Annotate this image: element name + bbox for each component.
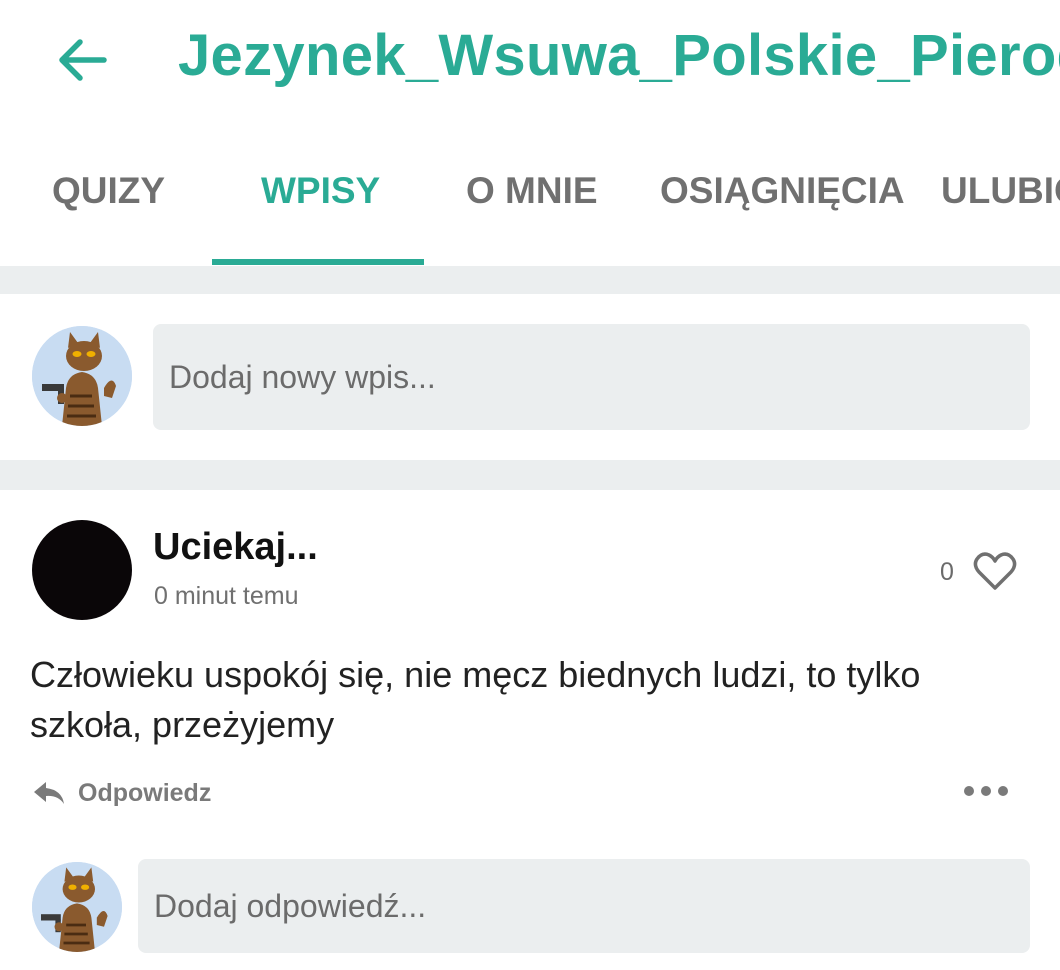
new-post-input[interactable]: Dodaj nowy wpis... [153,324,1030,430]
app-header: Jezynek_Wsuwa_Polskie_Pierogi [0,0,1060,120]
reply-label: Odpowiedz [78,778,212,807]
cat-avatar-image [32,326,132,426]
profile-tabs: QUIZY WPISY O MNIE OSIĄGNIĘCIA ULUBIO [0,140,1060,266]
tab-ulubione[interactable]: ULUBIO [941,170,1060,212]
user-avatar-small[interactable] [32,862,122,952]
more-dots-icon [964,786,974,796]
user-avatar[interactable] [32,326,132,426]
post-text: Człowieku uspokój się, nie męcz biednych… [30,654,921,745]
more-dot [998,786,1008,796]
new-post-composer: Dodaj nowy wpis... [0,294,1060,460]
active-tab-indicator [212,259,424,265]
divider [0,460,1060,490]
back-button[interactable] [52,30,112,90]
author-name[interactable]: Uciekaj... [153,526,318,569]
page-title: Jezynek_Wsuwa_Polskie_Pierogi [178,23,1060,88]
reply-input[interactable]: Dodaj odpowiedź... [138,859,1030,953]
post-card: Uciekaj... 0 minut temu 0 Człowieku uspo… [0,490,1060,970]
cat-avatar-image [32,862,122,952]
like-button[interactable] [972,550,1018,592]
like-count: 0 [940,558,954,586]
tab-wpisy[interactable]: WPISY [261,170,380,212]
tab-osiagniecia[interactable]: OSIĄGNIĘCIA [660,170,905,212]
reply-button[interactable]: Odpowiedz [32,776,211,810]
more-dot [981,786,991,796]
post-timestamp: 0 minut temu [154,582,299,610]
arrow-left-icon [59,39,107,81]
author-avatar[interactable] [32,520,132,620]
tab-quizy[interactable]: QUIZY [52,170,165,212]
more-options-button[interactable] [964,780,1008,802]
tab-o-mnie[interactable]: O MNIE [466,170,598,212]
divider [0,266,1060,294]
heart-icon [973,552,1017,590]
reply-arrow-icon [34,782,64,804]
